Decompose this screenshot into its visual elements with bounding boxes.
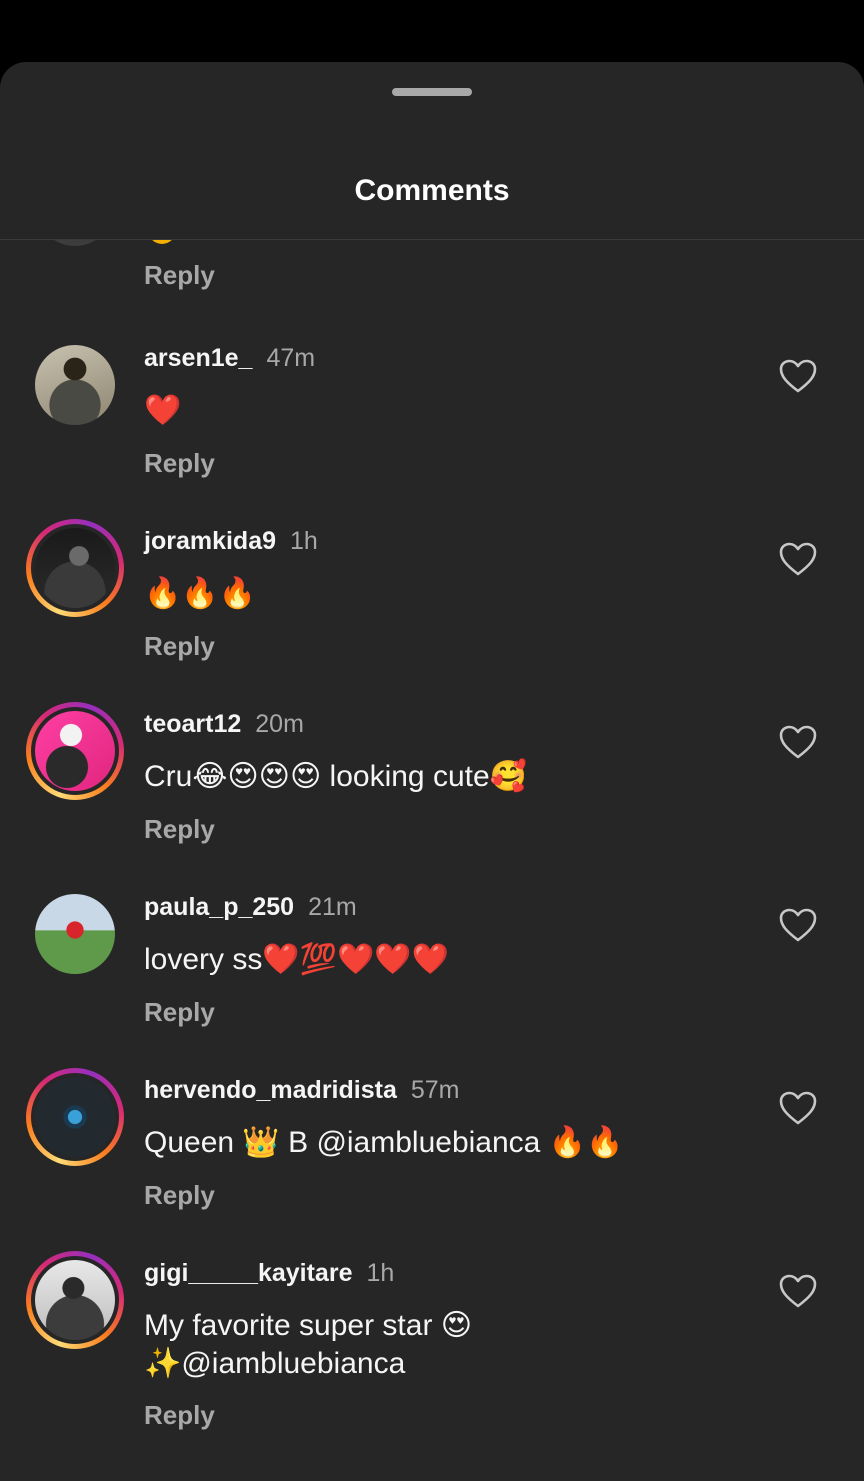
comment-meta: joramkida9 1h bbox=[144, 527, 318, 556]
comments-sheet: Comments Reply arsen1e_ 47m ❤️ Reply jora… bbox=[0, 62, 864, 1481]
timestamp: 47m bbox=[266, 344, 316, 372]
list-item: gigi_____kayitare 1h My favorite super st… bbox=[0, 1251, 864, 1471]
avatar[interactable] bbox=[26, 336, 124, 434]
comment-text: ❤️ bbox=[144, 394, 182, 427]
reply-button[interactable]: Reply bbox=[144, 631, 215, 662]
comment-meta: gigi_____kayitare 1h bbox=[144, 1259, 394, 1288]
comment-meta: arsen1e_ 47m bbox=[144, 344, 315, 373]
list-item: hervendo_madridista 57m Queen 👑 B @iamblu… bbox=[0, 1068, 864, 1251]
reply-button[interactable]: Reply bbox=[144, 1400, 215, 1431]
comment-meta: paula_p_250 21m bbox=[144, 893, 357, 922]
sheet-title: Comments bbox=[354, 174, 510, 207]
username[interactable]: joramkida9 bbox=[144, 527, 276, 555]
heart-outline-icon[interactable] bbox=[778, 1090, 818, 1126]
comment-list[interactable]: Reply arsen1e_ 47m ❤️ Reply joramkida9 1h … bbox=[0, 240, 864, 1481]
timestamp: 57m bbox=[410, 1076, 460, 1104]
timestamp: 1h bbox=[290, 527, 318, 555]
list-item: arsen1e_ 47m ❤️ Reply bbox=[0, 336, 864, 519]
timestamp: 21m bbox=[308, 893, 357, 921]
avatar[interactable] bbox=[26, 1068, 124, 1166]
list-item: joramkida9 1h 🔥🔥🔥 Reply bbox=[0, 519, 864, 702]
username[interactable]: paula_p_250 bbox=[144, 893, 294, 921]
comment-text: Queen 👑 B @iambluebianca 🔥🔥 bbox=[144, 1126, 624, 1159]
avatar[interactable] bbox=[26, 519, 124, 617]
reply-button[interactable]: Reply bbox=[144, 997, 215, 1028]
reply-button[interactable]: Reply bbox=[144, 1180, 215, 1211]
avatar[interactable] bbox=[26, 702, 124, 800]
heart-outline-icon[interactable] bbox=[778, 724, 818, 760]
comment-meta: hervendo_madridista 57m bbox=[144, 1076, 460, 1105]
comment-text: My favorite super star 😍 ✨@iambluebianca bbox=[144, 1309, 473, 1380]
comment-text: 🔥🔥🔥 bbox=[144, 577, 257, 610]
username[interactable]: gigi_____kayitare bbox=[144, 1259, 352, 1287]
heart-outline-icon[interactable] bbox=[778, 358, 818, 394]
avatar[interactable] bbox=[26, 1251, 124, 1349]
reply-button[interactable]: Reply bbox=[144, 814, 215, 845]
reply-button[interactable]: Reply bbox=[144, 448, 215, 479]
emoji-icon bbox=[148, 240, 176, 244]
username[interactable]: arsen1e_ bbox=[144, 344, 252, 372]
timestamp: 1h bbox=[366, 1259, 395, 1287]
username[interactable]: hervendo_madridista bbox=[144, 1076, 397, 1104]
avatar[interactable] bbox=[36, 240, 114, 246]
list-item: teoart12 20m Cru😂😍😍😍 looking cute🥰 Reply bbox=[0, 702, 864, 885]
comment-meta: teoart12 20m bbox=[144, 710, 304, 739]
heart-outline-icon[interactable] bbox=[778, 907, 818, 943]
reply-button[interactable]: Reply bbox=[144, 260, 215, 291]
username[interactable]: teoart12 bbox=[144, 710, 241, 738]
comment-text: lovery ss❤️💯❤️❤️❤️ bbox=[144, 943, 450, 976]
quick-reaction-bar bbox=[0, 1468, 864, 1481]
heart-outline-icon[interactable] bbox=[778, 1273, 818, 1309]
drag-handle[interactable] bbox=[392, 88, 472, 96]
heart-outline-icon[interactable] bbox=[778, 541, 818, 577]
comment-text: Cru😂😍😍😍 looking cute🥰 bbox=[144, 760, 528, 793]
timestamp: 20m bbox=[255, 710, 304, 738]
list-item: paula_p_250 21m lovery ss❤️💯❤️❤️❤️ Reply bbox=[0, 885, 864, 1068]
avatar[interactable] bbox=[26, 885, 124, 983]
